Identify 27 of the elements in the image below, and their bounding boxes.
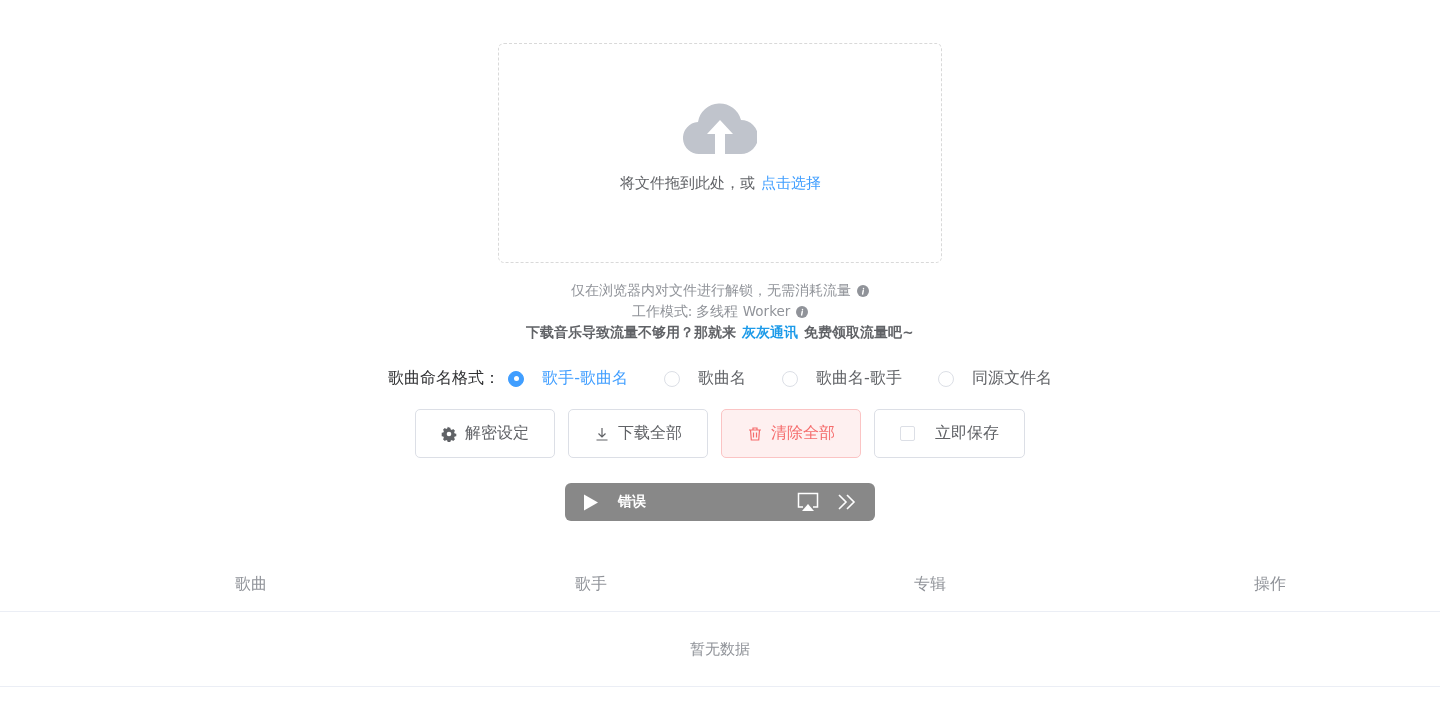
save-checkbox-button[interactable]: 立即保存 [874,409,1025,458]
settings-button[interactable]: 解密设定 [415,409,555,458]
empty-message: 暂无数据 [690,639,750,659]
checkbox[interactable] [900,426,915,441]
column-header: 歌曲 [234,573,267,595]
radio-option[interactable]: 歌曲名-歌手 [782,368,902,389]
upload-area[interactable]: 将文件拖到此处，或 点击选择 [498,43,942,263]
promo-text: 免费领取流量吧~ [804,323,914,342]
naming-format-label: 歌曲命名格式： [388,368,501,389]
radio-button[interactable] [508,370,525,387]
airplay-icon [797,492,819,512]
column-header: 操作 [1254,573,1287,595]
column-header: 歌手 [574,573,607,595]
fast-forward-icon [837,493,857,511]
player-status: 错误 [618,493,647,511]
info-text: 仅在浏览器内对文件进行解锁，无需消耗流量 [571,281,851,300]
play-icon [583,493,599,511]
upload-prompt: 将文件拖到此处，或 [619,174,755,193]
radio-option[interactable]: 同源文件名 [937,368,1052,389]
info-text: 工作模式: 多线程 Worker [631,302,791,321]
gear-icon [441,425,457,442]
trash-icon [747,425,763,442]
promo-text: 下载音乐导致流量不够用？那就来 [526,323,737,342]
download-all-button[interactable]: 下载全部 [568,409,708,458]
download-icon [594,425,610,442]
column-header: 专辑 [914,573,947,595]
radio-option[interactable]: 歌曲名 [664,368,746,389]
